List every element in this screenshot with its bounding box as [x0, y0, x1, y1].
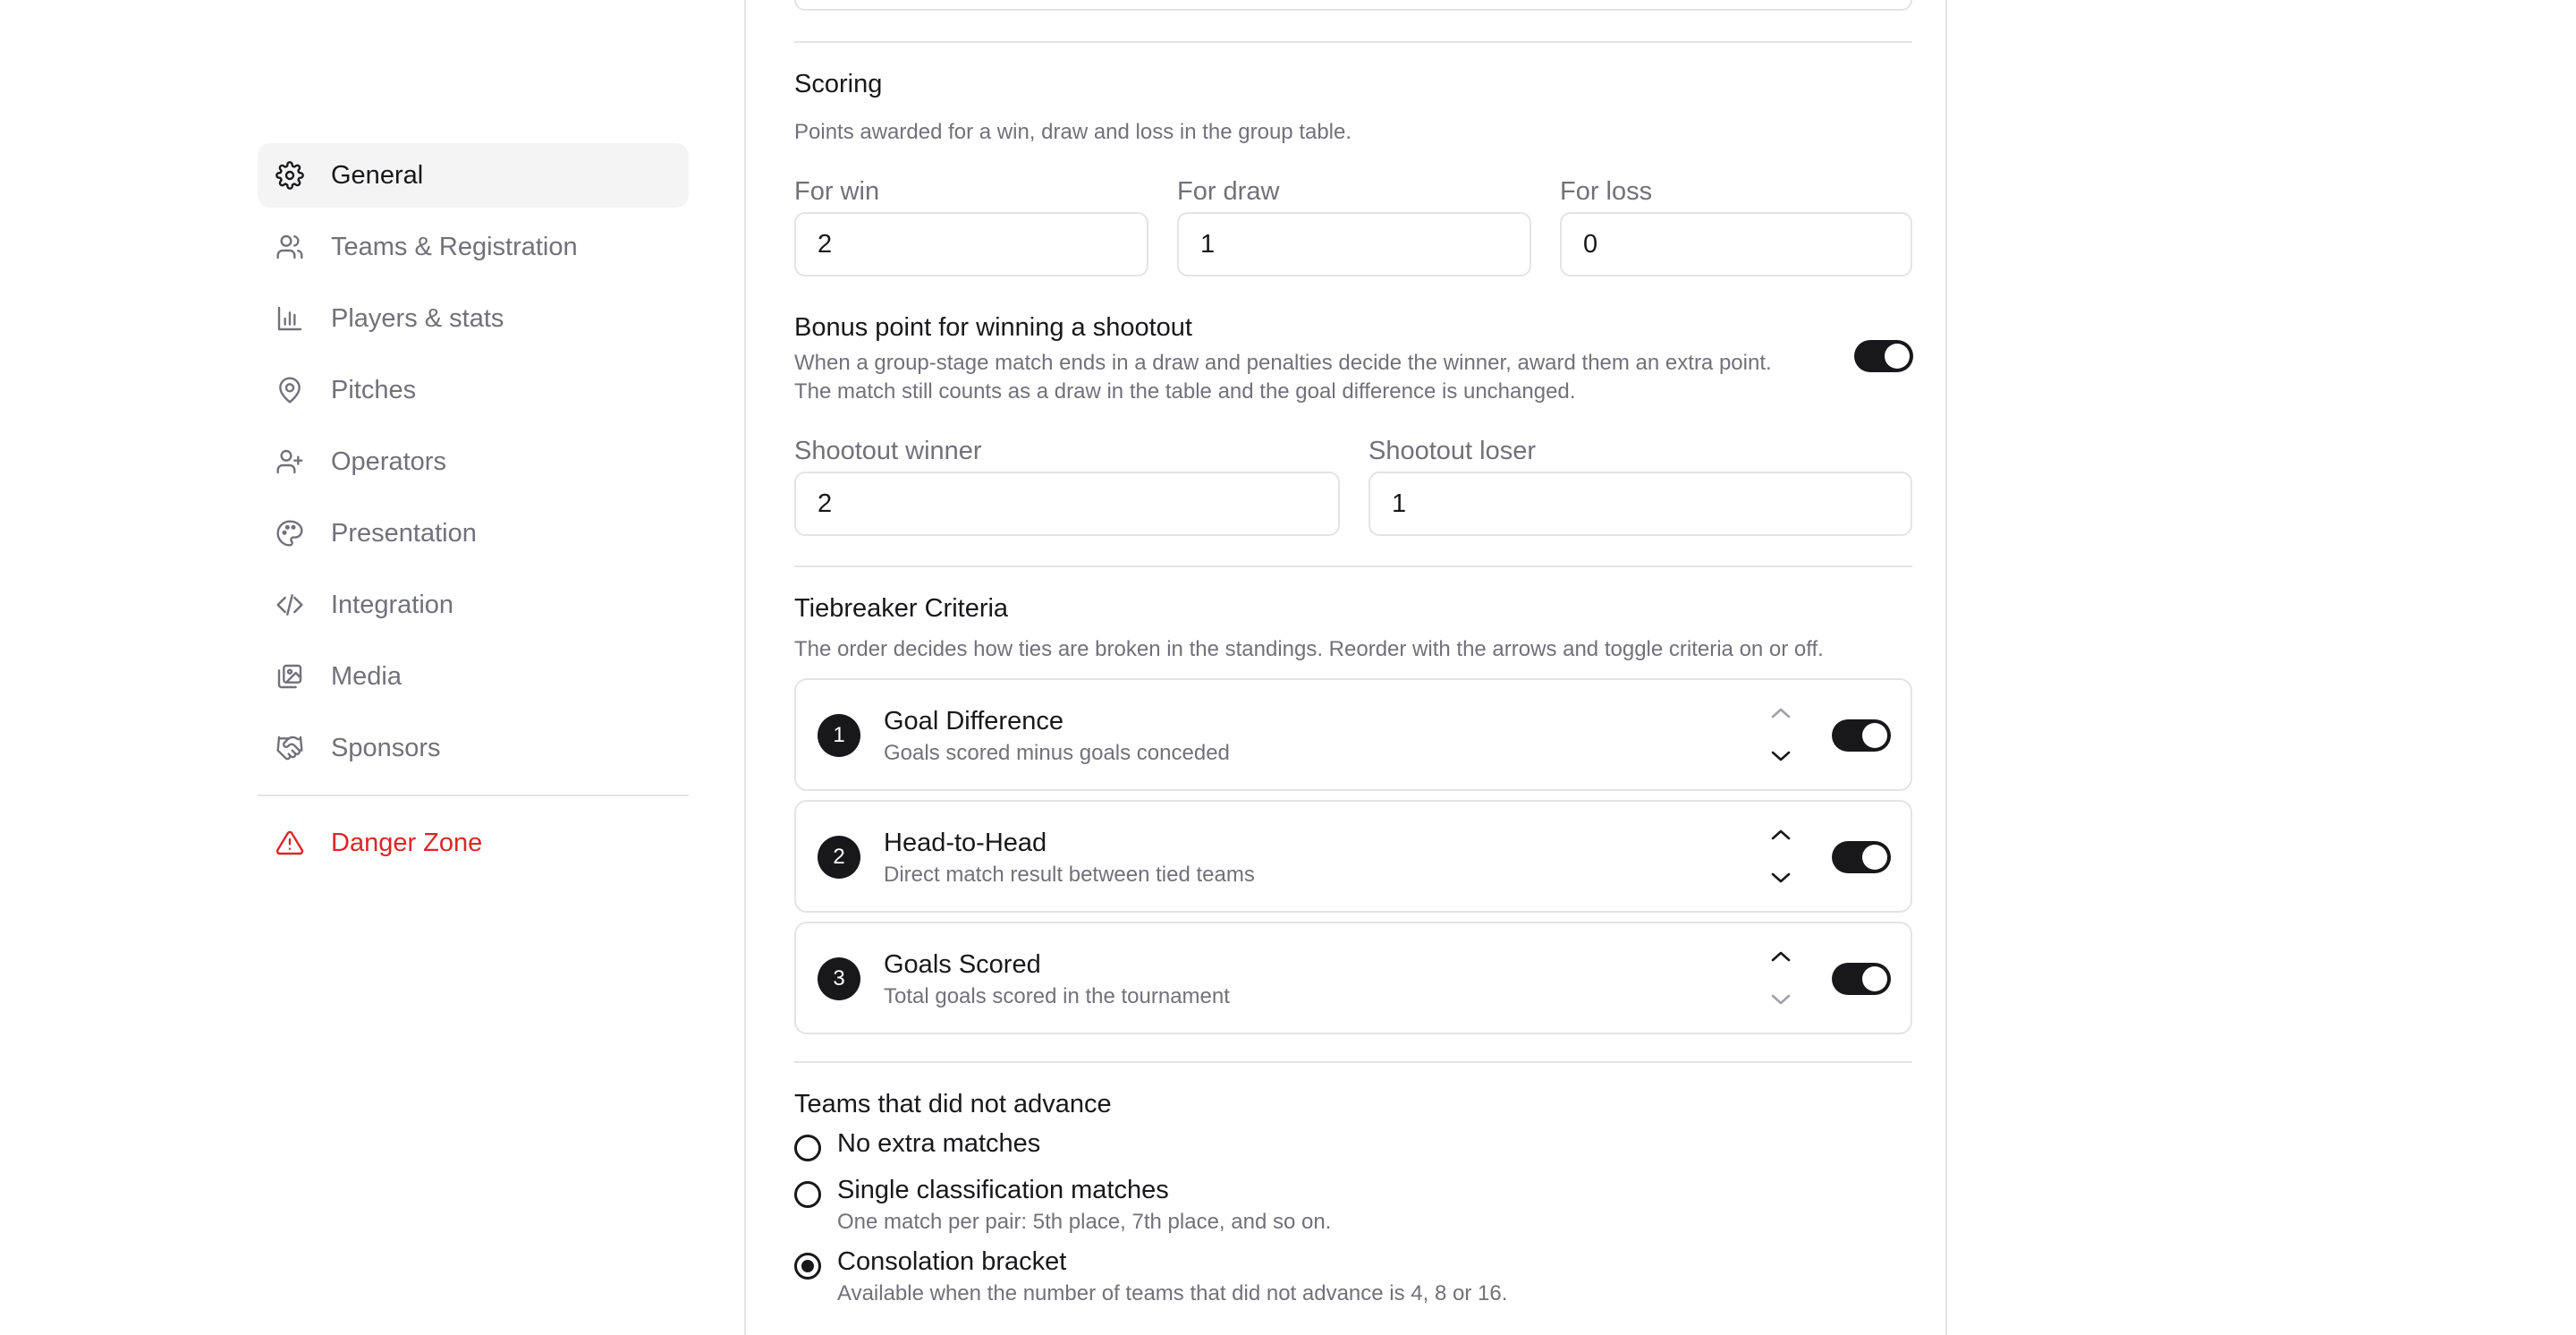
radio-single-classification[interactable] [794, 1181, 821, 1208]
bonus-description: When a group-stage match ends in a draw … [794, 351, 1772, 404]
tiebreaker-description: The order decides how ties are broken in… [794, 637, 1824, 661]
sidebar-item-operators[interactable]: Operators [258, 429, 689, 494]
code-icon [275, 591, 304, 619]
shootout-loser-label: Shootout loser [1368, 437, 1537, 465]
settings-main: Scoring Points awarded for a win, draw a… [794, 0, 1913, 1335]
warning-icon [275, 829, 304, 857]
sidebar-item-general[interactable]: General [258, 143, 689, 208]
user-plus-icon [275, 447, 304, 476]
panel-border-right [1945, 0, 1947, 1335]
move-down-chevron-icon[interactable] [1767, 990, 1794, 1009]
sidebar-item-label: Integration [331, 590, 454, 619]
criterion-toggle[interactable] [1832, 963, 1891, 995]
draw-points-input[interactable] [1177, 212, 1531, 276]
bar-chart-icon [275, 304, 304, 333]
previous-field-input[interactable] [794, 0, 1912, 11]
sidebar-item-label: Operators [331, 446, 446, 476]
sidebar-item-presentation[interactable]: Presentation [258, 501, 689, 565]
sidebar-item-label: Pitches [331, 375, 417, 404]
radio-label: Single classification matches [837, 1176, 1169, 1204]
sidebar-item-label: Sponsors [331, 733, 441, 762]
sidebar-item-media[interactable]: Media [258, 644, 689, 709]
draw-points-label: For draw [1177, 177, 1280, 206]
tiebreaker-card: 2 Head-to-Head Direct match result betwe… [794, 800, 1912, 913]
rank-badge: 3 [818, 957, 860, 1000]
radio-description: Available when the number of teams that … [837, 1281, 1508, 1305]
criterion-description: Goals scored minus goals conceded [884, 741, 1230, 765]
rank-badge: 2 [818, 836, 860, 879]
tiebreaker-card: 3 Goals Scored Total goals scored in the… [794, 922, 1912, 1034]
radio-no-extra-matches[interactable] [794, 1135, 821, 1161]
criterion-name: Goals Scored [884, 950, 1041, 979]
scoring-title: Scoring [794, 70, 883, 98]
move-down-chevron-icon[interactable] [1767, 868, 1794, 888]
section-divider [794, 41, 1912, 43]
non-advancing-title: Teams that did not advance [794, 1090, 1112, 1118]
criterion-name: Goal Difference [884, 707, 1063, 736]
toggle-knob [1862, 723, 1887, 748]
radio-consolation-bracket[interactable] [794, 1253, 821, 1280]
move-up-chevron-icon[interactable] [1767, 947, 1794, 966]
toggle-knob [1862, 845, 1887, 870]
sidebar-item-label: Players & stats [331, 303, 504, 333]
sidebar-item-integration[interactable]: Integration [258, 573, 689, 637]
sidebar-item-danger-zone[interactable]: Danger Zone [258, 811, 689, 875]
panel-border-left [744, 0, 746, 1335]
move-up-chevron-icon[interactable] [1767, 703, 1794, 723]
criterion-description: Total goals scored in the tournament [884, 984, 1230, 1008]
section-divider [794, 565, 1912, 567]
radio-description: One match per pair: 5th place, 7th place… [837, 1210, 1332, 1234]
sidebar-item-label: Media [331, 661, 402, 691]
sidebar-item-label: Danger Zone [331, 828, 483, 857]
move-down-chevron-icon[interactable] [1767, 746, 1794, 766]
sidebar-item-sponsors[interactable]: Sponsors [258, 716, 689, 780]
map-pin-icon [275, 376, 304, 404]
handshake-icon [275, 734, 304, 762]
tiebreaker-title: Tiebreaker Criteria [794, 594, 1009, 623]
section-divider [794, 1061, 1912, 1063]
images-icon [275, 662, 304, 691]
toggle-knob [1862, 966, 1887, 991]
radio-label: Consolation bracket [837, 1247, 1067, 1276]
sidebar-item-teams-registration[interactable]: Teams & Registration [258, 215, 689, 279]
gear-icon [275, 161, 304, 190]
bonus-title: Bonus point for winning a shootout [794, 313, 1192, 342]
win-points-input[interactable] [794, 212, 1148, 276]
shootout-winner-label: Shootout winner [794, 437, 982, 465]
criterion-toggle[interactable] [1832, 841, 1891, 873]
criterion-toggle[interactable] [1832, 719, 1891, 752]
loss-points-label: For loss [1560, 177, 1653, 206]
sidebar-item-pitches[interactable]: Pitches [258, 358, 689, 422]
radio-label: No extra matches [837, 1129, 1041, 1158]
sidebar-item-label: Presentation [331, 518, 477, 548]
users-icon [275, 233, 304, 261]
criterion-name: Head-to-Head [884, 829, 1047, 857]
tiebreaker-card: 1 Goal Difference Goals scored minus goa… [794, 678, 1912, 791]
bonus-toggle[interactable] [1854, 340, 1913, 372]
win-points-label: For win [794, 177, 880, 206]
sidebar-item-label: General [331, 160, 424, 190]
shootout-winner-input[interactable] [794, 472, 1340, 536]
loss-points-input[interactable] [1560, 212, 1912, 276]
move-up-chevron-icon[interactable] [1767, 825, 1794, 845]
sidebar-item-label: Teams & Registration [331, 232, 578, 261]
toggle-knob [1885, 344, 1910, 369]
palette-icon [275, 519, 304, 548]
sidebar-item-players-stats[interactable]: Players & stats [258, 286, 689, 351]
shootout-loser-input[interactable] [1368, 472, 1912, 536]
sidebar-divider [258, 795, 689, 796]
criterion-description: Direct match result between tied teams [884, 863, 1255, 887]
scoring-description: Points awarded for a win, draw and loss … [794, 120, 1352, 144]
rank-badge: 1 [818, 714, 860, 757]
